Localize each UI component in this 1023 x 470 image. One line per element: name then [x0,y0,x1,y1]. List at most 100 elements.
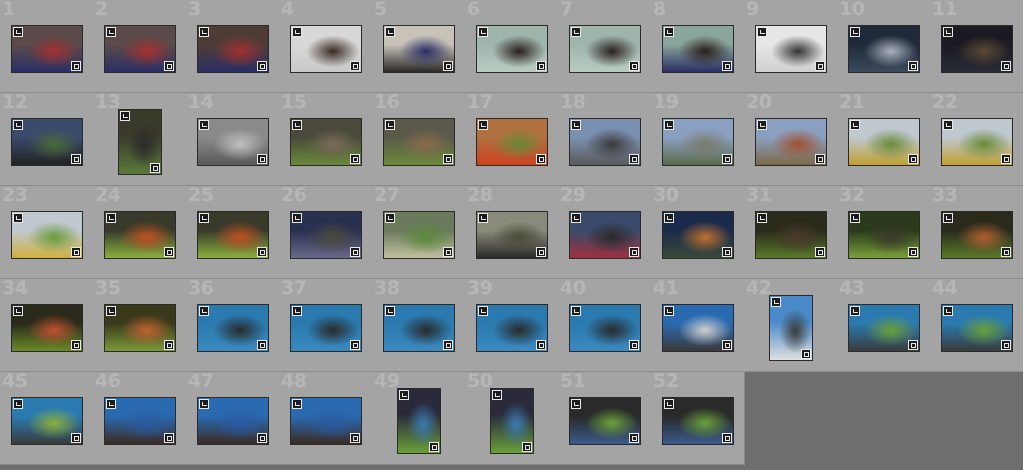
photo-thumbnail[interactable] [768,294,813,361]
photo-thumbnail[interactable] [382,117,455,166]
edit-badge-icon[interactable] [428,441,439,452]
edit-badge-icon[interactable] [442,60,453,71]
grid-cell[interactable]: 8 [651,0,745,93]
collection-badge-icon[interactable] [756,212,767,223]
grid-cell[interactable]: 24 [93,186,187,279]
collection-badge-icon[interactable] [291,119,302,130]
photo-thumbnail[interactable] [196,24,269,73]
edit-badge-icon[interactable] [256,153,267,164]
photo-thumbnail[interactable] [661,24,734,73]
collection-badge-icon[interactable] [570,398,581,409]
grid-cell[interactable]: 41 [651,279,745,372]
photo-thumbnail[interactable] [489,387,534,454]
collection-badge-icon[interactable] [942,26,953,37]
edit-badge-icon[interactable] [628,339,639,350]
photo-thumbnail[interactable] [196,303,269,352]
edit-badge-icon[interactable] [349,246,360,257]
grid-cell[interactable]: 33 [930,186,1023,279]
photo-thumbnail[interactable] [847,210,920,259]
photo-thumbnail[interactable] [396,387,441,454]
photo-thumbnail[interactable] [382,24,455,73]
grid-cell[interactable]: 3 [186,0,280,93]
collection-badge-icon[interactable] [491,389,502,400]
edit-badge-icon[interactable] [256,432,267,443]
edit-badge-icon[interactable] [149,162,160,173]
edit-badge-icon[interactable] [349,339,360,350]
edit-badge-icon[interactable] [535,339,546,350]
photo-thumbnail[interactable] [568,396,641,445]
photo-thumbnail[interactable] [196,396,269,445]
collection-badge-icon[interactable] [291,305,302,316]
edit-badge-icon[interactable] [349,432,360,443]
photo-thumbnail[interactable] [940,210,1013,259]
collection-badge-icon[interactable] [477,305,488,316]
photo-thumbnail[interactable] [754,117,827,166]
grid-cell[interactable]: 43 [837,279,931,372]
grid-cell[interactable]: 30 [651,186,745,279]
grid-cell[interactable]: 32 [837,186,931,279]
collection-badge-icon[interactable] [942,119,953,130]
photo-thumbnail[interactable] [475,210,548,259]
grid-cell[interactable]: 34 [0,279,94,372]
collection-badge-icon[interactable] [105,26,116,37]
collection-badge-icon[interactable] [477,212,488,223]
grid-cell[interactable]: 9 [744,0,838,93]
grid-cell[interactable]: 2 [93,0,187,93]
collection-badge-icon[interactable] [291,26,302,37]
edit-badge-icon[interactable] [442,153,453,164]
grid-cell[interactable]: 48 [279,372,373,465]
collection-badge-icon[interactable] [663,26,674,37]
grid-cell[interactable]: 29 [558,186,652,279]
edit-badge-icon[interactable] [721,432,732,443]
grid-cell[interactable]: 13 [93,93,187,186]
collection-badge-icon[interactable] [477,26,488,37]
photo-thumbnail[interactable] [568,210,641,259]
grid-cell[interactable]: 17 [465,93,559,186]
grid-cell[interactable]: 15 [279,93,373,186]
collection-badge-icon[interactable] [570,212,581,223]
collection-badge-icon[interactable] [198,305,209,316]
collection-badge-icon[interactable] [663,398,674,409]
collection-badge-icon[interactable] [849,305,860,316]
photo-thumbnail[interactable] [940,117,1013,166]
grid-cell[interactable]: 40 [558,279,652,372]
edit-badge-icon[interactable] [349,60,360,71]
collection-badge-icon[interactable] [291,212,302,223]
collection-badge-icon[interactable] [849,26,860,37]
collection-badge-icon[interactable] [105,305,116,316]
grid-cell[interactable]: 50 [465,372,559,465]
photo-thumbnail[interactable] [10,303,83,352]
collection-badge-icon[interactable] [384,212,395,223]
grid-cell[interactable]: 18 [558,93,652,186]
grid-cell[interactable]: 21 [837,93,931,186]
edit-badge-icon[interactable] [1000,339,1011,350]
edit-badge-icon[interactable] [163,339,174,350]
collection-badge-icon[interactable] [198,26,209,37]
photo-thumbnail[interactable] [661,210,734,259]
collection-badge-icon[interactable] [12,212,23,223]
photo-thumbnail[interactable] [475,117,548,166]
collection-badge-icon[interactable] [384,119,395,130]
edit-badge-icon[interactable] [721,60,732,71]
edit-badge-icon[interactable] [70,153,81,164]
photo-thumbnail[interactable] [289,396,362,445]
photo-thumbnail[interactable] [10,24,83,73]
collection-badge-icon[interactable] [105,398,116,409]
grid-cell[interactable]: 5 [372,0,466,93]
edit-badge-icon[interactable] [721,246,732,257]
photo-thumbnail[interactable] [661,396,734,445]
grid-cell[interactable]: 26 [279,186,373,279]
photo-thumbnail[interactable] [289,210,362,259]
collection-badge-icon[interactable] [849,119,860,130]
edit-badge-icon[interactable] [1000,60,1011,71]
grid-cell[interactable]: 36 [186,279,280,372]
edit-badge-icon[interactable] [70,432,81,443]
grid-cell[interactable]: 28 [465,186,559,279]
edit-badge-icon[interactable] [907,339,918,350]
edit-badge-icon[interactable] [1000,153,1011,164]
photo-thumbnail[interactable] [661,117,734,166]
edit-badge-icon[interactable] [800,348,811,359]
photo-thumbnail[interactable] [382,303,455,352]
photo-thumbnail[interactable] [568,117,641,166]
edit-badge-icon[interactable] [628,246,639,257]
